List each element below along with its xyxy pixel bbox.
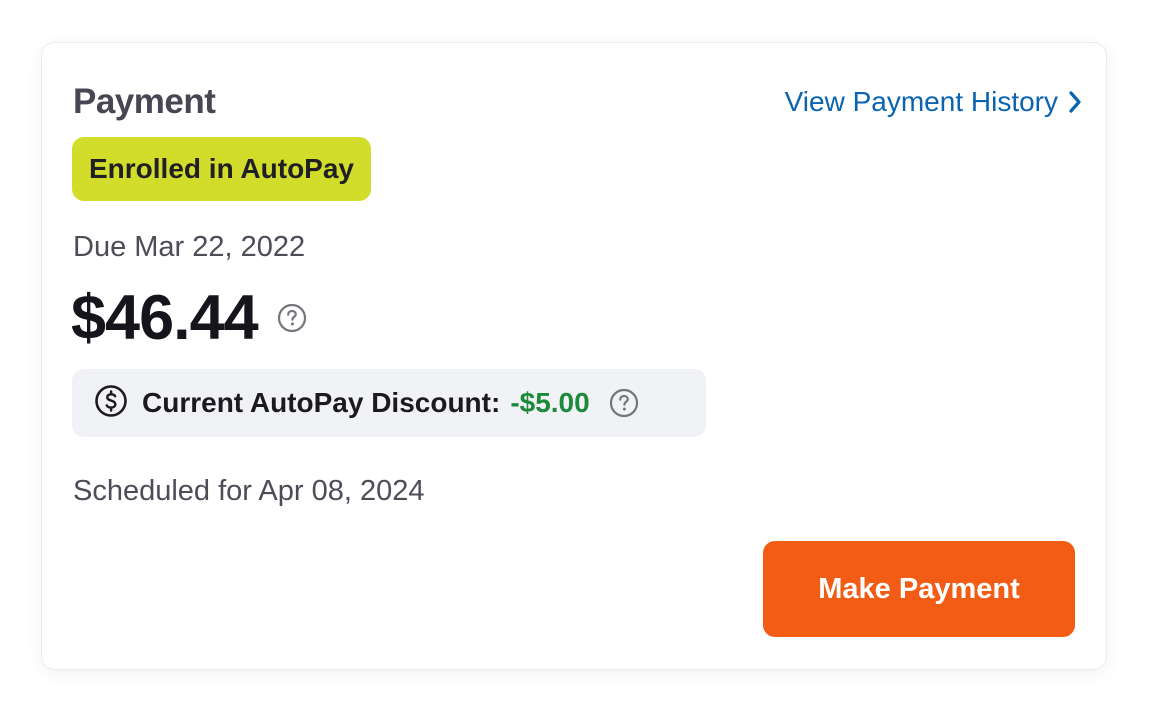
chevron-right-icon (1068, 90, 1082, 114)
amount-row: $46.44 (71, 281, 308, 355)
card-title: Payment (73, 82, 216, 121)
amount-due: $46.44 (71, 283, 259, 353)
question-circle-icon[interactable] (276, 302, 308, 334)
view-payment-history-link[interactable]: View Payment History (785, 83, 1082, 121)
payment-card: Payment View Payment History Enrolled in… (41, 42, 1107, 670)
autopay-status-badge: Enrolled in AutoPay (72, 137, 371, 201)
discount-label: Current AutoPay Discount: (142, 387, 501, 418)
autopay-discount-box: Current AutoPay Discount: -$5.00 (72, 369, 706, 437)
view-payment-history-label: View Payment History (784, 86, 1058, 117)
due-date: Due Mar 22, 2022 (73, 231, 306, 263)
dollar-circle-icon (94, 384, 128, 423)
scheduled-date: Scheduled for Apr 08, 2024 (73, 475, 425, 507)
make-payment-button[interactable]: Make Payment (763, 541, 1075, 637)
question-circle-icon[interactable] (608, 387, 640, 419)
discount-value: -$5.00 (510, 387, 590, 418)
